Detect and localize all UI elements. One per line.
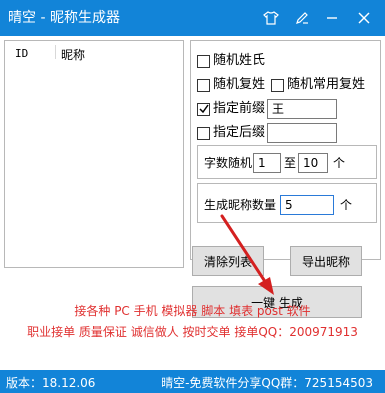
status-bar: 版本：18.12.06 晴空-免费软件分享QQ群：725154503 — [0, 370, 385, 393]
random-compound-checkbox[interactable] — [197, 78, 210, 92]
suffix-input[interactable] — [267, 123, 337, 143]
length-min-input[interactable]: 1 — [253, 153, 281, 173]
minimize-icon[interactable] — [323, 9, 341, 27]
random-surname-label: 随机姓氏 — [213, 53, 266, 68]
list-header: ID 昵称 — [5, 41, 183, 63]
random-compound-label: 随机复姓 — [213, 77, 266, 92]
length-max-input[interactable]: 10 — [298, 153, 328, 173]
suffix-checkbox[interactable] — [197, 126, 210, 140]
random-surname-option[interactable]: 随机姓氏 — [197, 53, 265, 69]
nickname-list[interactable]: ID 昵称 — [4, 40, 184, 268]
random-common-compound-label: 随机常用复姓 — [287, 77, 366, 92]
ad-line-1: 接各种 PC 手机 模拟器 脚本 填表 post 软件 — [74, 304, 311, 318]
checkmark-icon — [198, 104, 209, 114]
column-divider[interactable] — [55, 45, 56, 59]
pencil-icon[interactable] — [293, 9, 311, 27]
count-unit-label: 个 — [340, 198, 353, 212]
tshirt-icon[interactable] — [262, 9, 280, 27]
export-nicknames-button[interactable]: 导出昵称 — [290, 246, 362, 276]
prefix-label: 指定前缀 — [213, 101, 266, 116]
random-surname-checkbox[interactable] — [197, 54, 210, 68]
random-compound-option[interactable]: 随机复姓 — [197, 77, 265, 93]
window-title: 晴空 - 昵称生成器 — [8, 10, 120, 26]
prefix-input[interactable]: 王 — [267, 99, 337, 119]
close-icon[interactable] — [355, 9, 373, 27]
count-label: 生成昵称数量 — [204, 198, 277, 212]
length-unit-label: 个 — [333, 156, 346, 170]
length-label: 字数随机 — [204, 156, 253, 170]
random-common-compound-option[interactable]: 随机常用复姓 — [271, 77, 365, 93]
column-header-id[interactable]: ID — [15, 47, 28, 60]
length-group: 字数随机 1 至 10 个 — [197, 145, 377, 179]
column-header-nickname[interactable]: 昵称 — [61, 46, 85, 63]
prefix-checkbox[interactable] — [197, 102, 210, 116]
title-bar: 晴空 - 昵称生成器 — [0, 0, 385, 36]
main-area: ID 昵称 随机姓氏 随机复姓 随机常用复姓 指定前缀 王 指定后缀 字数随机 … — [0, 36, 385, 370]
qq-group-label: 晴空-免费软件分享QQ群：725154503 — [161, 376, 373, 390]
count-input[interactable]: 5 — [280, 195, 334, 215]
suffix-option[interactable]: 指定后缀 — [197, 125, 265, 141]
clear-list-button[interactable]: 清除列表 — [192, 246, 264, 276]
count-group: 生成昵称数量 5 个 — [197, 183, 377, 223]
prefix-option[interactable]: 指定前缀 — [197, 101, 265, 117]
random-common-compound-checkbox[interactable] — [271, 78, 284, 92]
ad-line-2: 职业接单 质量保证 诚信做人 按时交单 接单QQ：200971913 — [27, 325, 358, 339]
length-to-label: 至 — [284, 156, 297, 170]
version-label: 版本：18.12.06 — [6, 376, 96, 390]
settings-panel: 随机姓氏 随机复姓 随机常用复姓 指定前缀 王 指定后缀 字数随机 1 至 10… — [190, 40, 381, 260]
suffix-label: 指定后缀 — [213, 125, 266, 140]
